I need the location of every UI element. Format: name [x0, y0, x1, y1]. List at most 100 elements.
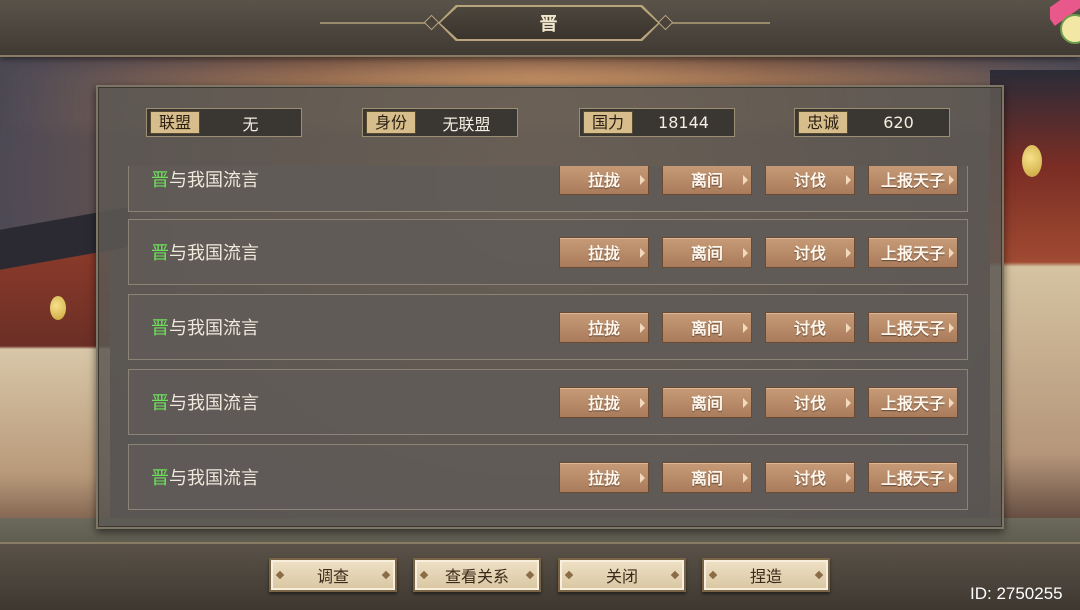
row-actions: 拉拢 离间 讨伐 上报天子 — [559, 220, 958, 284]
arrow-right-icon — [949, 322, 954, 333]
arrow-right-icon — [743, 397, 748, 408]
state-name: 晋 — [151, 170, 169, 191]
investigate-button[interactable]: 调查 — [269, 558, 397, 592]
info-value: 18144 — [658, 113, 709, 132]
report-emperor-button[interactable]: 上报天子 — [868, 386, 958, 418]
gem-ornament-icon — [419, 570, 429, 580]
rumor-text: 与我国流言 — [169, 393, 259, 414]
list-item: 晋与我国流言 拉拢 离间 讨伐 上报天子 — [128, 166, 968, 212]
arrow-right-icon — [846, 247, 851, 258]
button-label: 拉拢 — [587, 469, 620, 488]
info-value: 无联盟 — [442, 114, 491, 134]
sow-discord-button[interactable]: 离间 — [662, 311, 752, 343]
report-emperor-button[interactable]: 上报天子 — [868, 166, 958, 195]
fabricate-button[interactable]: 捏造 — [702, 558, 830, 592]
state-name: 晋 — [151, 468, 169, 489]
button-label: 讨伐 — [793, 469, 826, 488]
info-label: 身份 — [366, 111, 417, 134]
woo-button[interactable]: 拉拢 — [559, 166, 649, 195]
button-label: 讨伐 — [793, 244, 826, 263]
arrow-right-icon — [846, 174, 851, 185]
corner-event-badge[interactable] — [1050, 0, 1080, 44]
rumor-list[interactable]: 晋与我国流言 拉拢 离间 讨伐 上报天子 晋与我国流言 拉拢 离间 讨伐 上报天… — [126, 166, 972, 516]
rumor-text: 与我国流言 — [169, 170, 259, 191]
arrow-right-icon — [640, 322, 645, 333]
list-item: 晋与我国流言 拉拢 离间 讨伐 上报天子 — [128, 294, 968, 360]
sow-discord-button[interactable]: 离间 — [662, 461, 752, 493]
button-label: 上报天子 — [880, 469, 945, 488]
list-item: 晋与我国流言 拉拢 离间 讨伐 上报天子 — [128, 444, 968, 510]
arrow-right-icon — [949, 472, 954, 483]
arrow-right-icon — [949, 397, 954, 408]
row-text: 晋与我国流言 — [151, 295, 259, 359]
national-power-info: 国力 18144 — [579, 108, 735, 137]
attack-button[interactable]: 讨伐 — [765, 166, 855, 195]
woo-button[interactable]: 拉拢 — [559, 386, 649, 418]
row-actions: 拉拢 离间 讨伐 上报天子 — [559, 166, 958, 211]
sow-discord-button[interactable]: 离间 — [662, 166, 752, 195]
button-label: 离间 — [690, 319, 723, 338]
arrow-right-icon — [949, 247, 954, 258]
attack-button[interactable]: 讨伐 — [765, 386, 855, 418]
button-label: 拉拢 — [587, 244, 620, 263]
state-name: 晋 — [151, 318, 169, 339]
list-item: 晋与我国流言 拉拢 离间 讨伐 上报天子 — [128, 369, 968, 435]
row-text: 晋与我国流言 — [151, 220, 259, 284]
button-label: 讨伐 — [793, 171, 826, 190]
arrow-right-icon — [743, 174, 748, 185]
alliance-info: 联盟 无 — [146, 108, 302, 137]
gem-ornament-icon — [564, 570, 574, 580]
button-label: 上报天子 — [880, 244, 945, 263]
rumor-text: 与我国流言 — [169, 243, 259, 264]
arrow-right-icon — [846, 397, 851, 408]
attack-button[interactable]: 讨伐 — [765, 461, 855, 493]
info-label: 国力 — [583, 111, 634, 134]
button-label: 关闭 — [605, 567, 638, 586]
button-label: 离间 — [690, 469, 723, 488]
close-button[interactable]: 关闭 — [558, 558, 686, 592]
button-label: 拉拢 — [587, 394, 620, 413]
button-label: 上报天子 — [880, 394, 945, 413]
attack-button[interactable]: 讨伐 — [765, 311, 855, 343]
button-label: 离间 — [690, 244, 723, 263]
row-text: 晋与我国流言 — [151, 166, 259, 211]
arrow-right-icon — [743, 322, 748, 333]
button-label: 上报天子 — [880, 319, 945, 338]
lantern-icon — [50, 296, 66, 320]
gem-ornament-icon — [708, 570, 718, 580]
sow-discord-button[interactable]: 离间 — [662, 386, 752, 418]
gem-ornament-icon — [814, 570, 824, 580]
row-actions: 拉拢 离间 讨伐 上报天子 — [559, 445, 958, 509]
row-actions: 拉拢 离间 讨伐 上报天子 — [559, 295, 958, 359]
woo-button[interactable]: 拉拢 — [559, 461, 649, 493]
arrow-right-icon — [743, 247, 748, 258]
arrow-right-icon — [640, 247, 645, 258]
button-label: 捏造 — [749, 567, 782, 586]
report-emperor-button[interactable]: 上报天子 — [868, 461, 958, 493]
attack-button[interactable]: 讨伐 — [765, 236, 855, 268]
lantern-icon — [1022, 145, 1042, 177]
row-text: 晋与我国流言 — [151, 370, 259, 434]
gem-ornament-icon — [381, 570, 391, 580]
arrow-right-icon — [846, 472, 851, 483]
report-emperor-button[interactable]: 上报天子 — [868, 311, 958, 343]
report-emperor-button[interactable]: 上报天子 — [868, 236, 958, 268]
button-label: 上报天子 — [880, 171, 945, 190]
info-label: 联盟 — [150, 111, 201, 134]
arrow-right-icon — [846, 322, 851, 333]
woo-button[interactable]: 拉拢 — [559, 236, 649, 268]
button-label: 查看关系 — [444, 567, 509, 586]
woo-button[interactable]: 拉拢 — [559, 311, 649, 343]
loyalty-info: 忠诚 620 — [794, 108, 950, 137]
button-label: 讨伐 — [793, 319, 826, 338]
arrow-right-icon — [640, 397, 645, 408]
sow-discord-button[interactable]: 离间 — [662, 236, 752, 268]
gem-ornament-icon — [275, 570, 285, 580]
arrow-right-icon — [640, 472, 645, 483]
gem-ornament-icon — [525, 570, 535, 580]
rumor-text: 与我国流言 — [169, 468, 259, 489]
arrow-right-icon — [949, 174, 954, 185]
state-name: 晋 — [151, 243, 169, 264]
arrow-right-icon — [640, 174, 645, 185]
view-relations-button[interactable]: 查看关系 — [413, 558, 541, 592]
